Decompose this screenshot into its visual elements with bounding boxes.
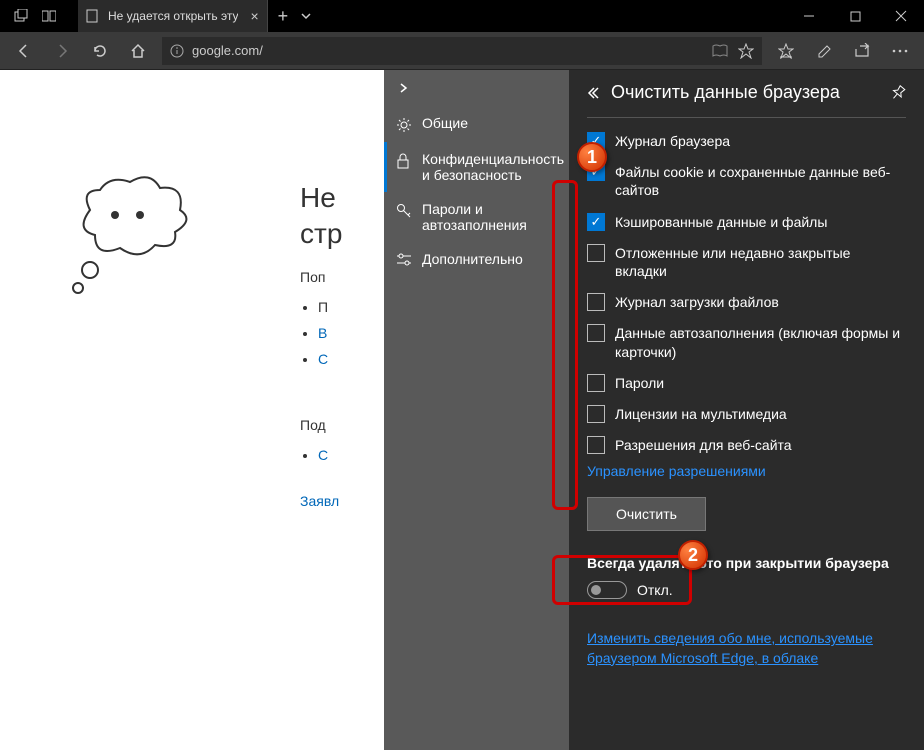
annotation-box-2 [552,555,692,605]
checkbox[interactable] [587,324,605,342]
checkbox-row[interactable]: Пароли [587,374,906,392]
menu-label: Пароли и автозаполнения [422,201,557,233]
close-tab-icon[interactable]: × [250,8,258,24]
heading-line2: стр [300,218,342,249]
checkbox-row[interactable]: Журнал загрузки файлов [587,293,906,311]
cloud-info-link[interactable]: Изменить сведения обо мне, используемые … [587,629,906,668]
checkbox-row[interactable]: ✓ Кэшированные данные и файлы [587,213,906,231]
cascade-icon[interactable] [14,9,28,23]
checkbox-row[interactable]: ✓Журнал браузера [587,132,906,150]
info-icon[interactable] [170,44,184,58]
checkbox-row[interactable]: Разрешения для веб-сайта [587,436,906,454]
window-titlebar: Не удается открыть эту × + [0,0,924,32]
checkbox[interactable] [587,405,605,423]
key-icon [396,203,412,219]
minimize-button[interactable] [786,0,832,32]
clear-button[interactable]: Очистить [587,497,706,531]
menu-item-general[interactable]: Общие [384,106,569,142]
checkbox[interactable]: ✓ [587,213,605,231]
checkbox-label: Кэшированные данные и файлы [615,213,827,231]
pin-icon[interactable] [890,85,906,101]
checkbox[interactable] [587,244,605,262]
share-button[interactable] [848,37,876,65]
annotation-box-1 [552,180,578,510]
page-icon [86,9,100,23]
checkbox[interactable] [587,374,605,392]
checkbox-label: Журнал браузера [615,132,730,150]
menu-item-privacy[interactable]: Конфиденциальность и безопасность [384,142,569,192]
subheading: Поп [300,269,342,285]
favorites-button[interactable] [772,37,800,65]
checkbox-row[interactable]: ✓Файлы cookie и сохраненные данные веб-с… [587,163,906,199]
checkbox-row[interactable]: Данные автозаполнения (включая формы и к… [587,324,906,360]
lock-icon [396,153,412,169]
checkbox-label: Журнал загрузки файлов [615,293,779,311]
tabs-chevron-icon[interactable] [300,10,312,22]
home-button[interactable] [124,37,152,65]
notes-button[interactable] [810,37,838,65]
new-tab-button[interactable]: + [278,6,289,27]
clear-data-panel: Очистить данные браузера ✓Журнал браузер… [569,70,924,750]
checkbox-label: Отложенные или недавно закрытые вкладки [615,244,906,280]
checkbox-label: Файлы cookie и сохраненные данные веб-са… [615,163,906,199]
close-window-button[interactable] [878,0,924,32]
back-chevron-icon[interactable] [587,86,601,100]
list-item: С [318,351,342,367]
declaration-link[interactable]: Заявл [300,493,342,509]
forward-button[interactable] [48,37,76,65]
heading-line1: Не [300,182,336,213]
settings-menu: Общие Конфиденциальность и безопасность … [384,70,569,750]
checkbox[interactable] [587,436,605,454]
tab-title: Не удается открыть эту [108,9,238,23]
browser-tab[interactable]: Не удается открыть эту × [78,0,268,32]
annotation-badge-1: 1 [577,142,607,172]
menu-item-passwords[interactable]: Пароли и автозаполнения [384,192,569,242]
panel-title: Очистить данные браузера [611,82,880,103]
list-item: П [318,299,342,315]
back-button[interactable] [10,37,38,65]
checkbox-label: Данные автозаполнения (включая формы и к… [615,324,906,360]
checkbox-label: Пароли [615,374,664,392]
menu-label: Конфиденциальность и безопасность [422,151,564,183]
divider [587,117,906,118]
details-label: Под [300,417,342,433]
reading-icon[interactable] [712,44,728,58]
address-bar: google.com/ [0,32,924,70]
gear-icon [396,117,412,133]
checkbox-row[interactable]: Отложенные или недавно закрытые вкладки [587,244,906,280]
thought-bubble-icon [60,170,200,300]
url-input[interactable]: google.com/ [162,37,762,65]
checkbox-label: Лицензии на мультимедиа [615,405,787,423]
sliders-icon [396,253,412,267]
favorite-icon[interactable] [738,43,754,59]
list-item: С [318,447,342,463]
list-item: В [318,325,342,341]
expand-menu-icon[interactable] [384,70,569,106]
checkbox-label: Разрешения для веб-сайта [615,436,792,454]
maximize-button[interactable] [832,0,878,32]
menu-label: Общие [422,115,468,131]
windows-icon[interactable] [42,9,56,23]
manage-permissions-link[interactable]: Управление разрешениями [587,463,906,479]
checkbox-row[interactable]: Лицензии на мультимедиа [587,405,906,423]
url-text: google.com/ [192,43,712,58]
checkbox[interactable] [587,293,605,311]
more-button[interactable] [886,37,914,65]
annotation-badge-2: 2 [678,540,708,570]
menu-item-advanced[interactable]: Дополнительно [384,242,569,276]
menu-label: Дополнительно [422,251,523,267]
refresh-button[interactable] [86,37,114,65]
